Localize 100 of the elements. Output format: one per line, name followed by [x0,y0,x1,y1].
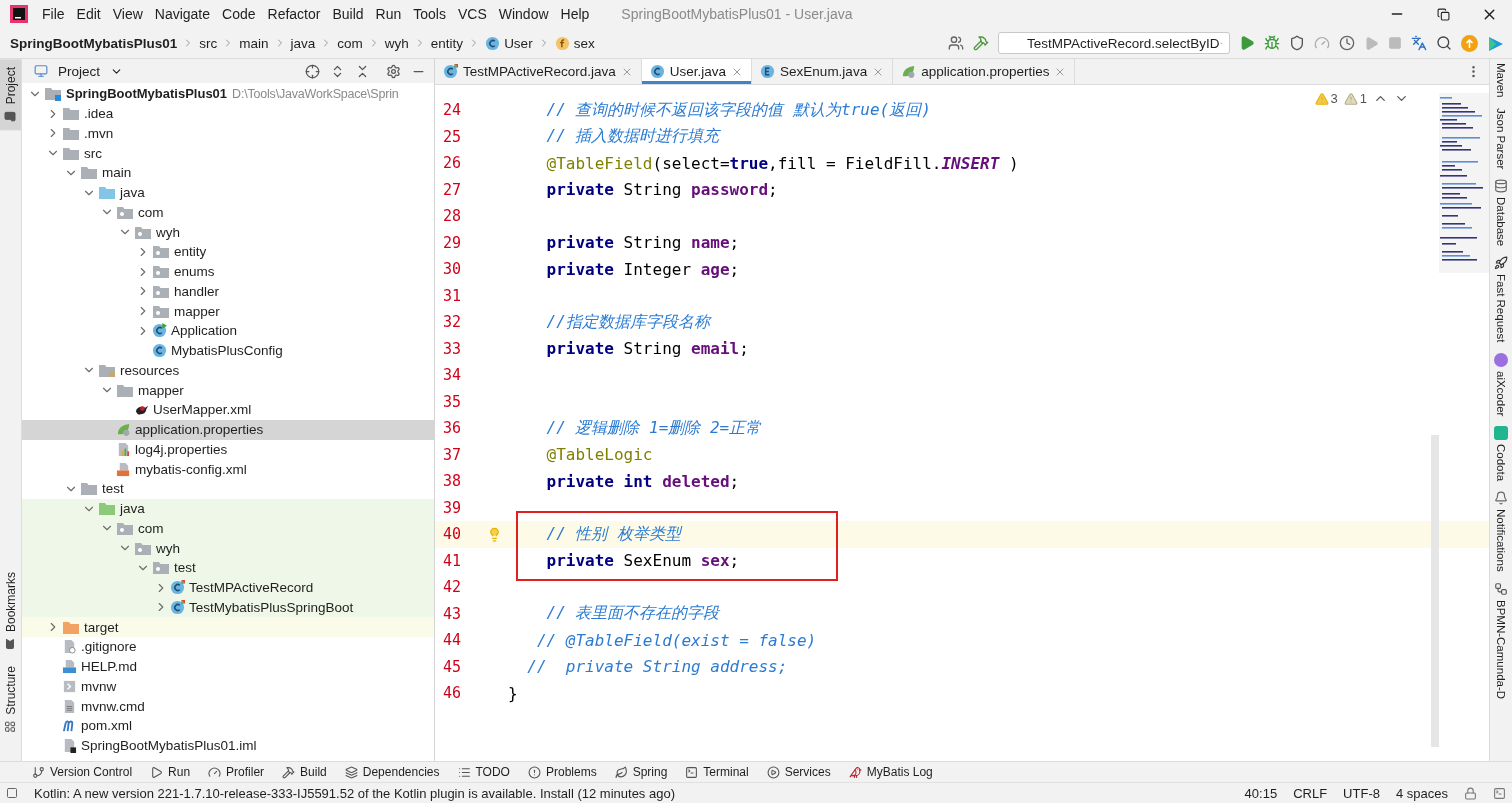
menu-item[interactable]: Navigate [154,6,211,22]
tool-window-tab[interactable]: Fast Request [1490,252,1512,349]
indent-setting[interactable]: 4 spaces [1395,785,1448,801]
breadcrumb[interactable]: src [199,35,218,51]
tool-window-button[interactable]: Version Control [32,765,133,779]
tree-item[interactable]: HELP.md [22,656,434,677]
run-configuration-dropdown[interactable]: TestMPActiveRecord.selectByID [998,32,1230,54]
restore-icon[interactable] [1436,7,1450,21]
lock-icon[interactable] [1464,786,1477,800]
tree-item[interactable]: TestMybatisPlusSpringBoot [22,597,434,618]
tree-item[interactable]: SpringBootMybatisPlus01.iml [22,735,434,756]
tree-item[interactable]: SpringBootMybatisPlus01 D:\Tools\JavaWorkSpace\Sprin [22,84,434,104]
tree-item[interactable]: test [22,558,434,578]
clock-icon[interactable] [1339,35,1355,51]
tree-item[interactable]: Application [22,321,434,341]
users-icon[interactable] [948,35,964,51]
tree-item[interactable]: resources [22,360,434,381]
tree-item[interactable]: pom.xml [22,716,434,736]
tree-item[interactable]: main [22,163,434,183]
menu-item[interactable]: Edit [76,6,101,22]
tree-item[interactable]: com [22,202,434,223]
inspection-count[interactable]: 3 [1314,91,1338,106]
tree-item[interactable]: test [22,479,434,499]
tree-item[interactable]: mapper [22,380,434,400]
panel-title[interactable]: Project [58,63,124,79]
coverage-icon[interactable] [1289,35,1305,51]
menu-item[interactable]: Tools [413,6,446,22]
tool-window-button[interactable]: Build [282,765,327,779]
tool-window-tab[interactable]: Project [0,59,21,131]
menu-item[interactable]: VCS [457,6,487,22]
tool-window-tab[interactable]: Json Parser [1490,103,1512,175]
tree-item[interactable]: application.properties [22,419,434,440]
tree-item[interactable]: TestMPActiveRecord [22,577,434,598]
settings-icon[interactable] [386,63,401,79]
menu-item[interactable]: Help [560,6,590,22]
tree-item[interactable]: .idea [22,103,434,124]
tree-item[interactable]: UserMapper.xml [22,400,434,420]
editor-tab[interactable]: SexEnum.java [752,59,894,84]
menu-item[interactable]: Run [375,6,402,22]
menu-item[interactable]: File [42,6,65,22]
tool-window-button[interactable]: Spring [614,765,668,779]
breadcrumb[interactable]: User [485,35,533,51]
tree-item[interactable]: java [22,182,434,203]
tree-item[interactable]: wyh [22,538,434,558]
tool-window-button[interactable]: Run [150,765,191,779]
tool-window-tab[interactable]: Maven [1490,59,1512,104]
tool-window-tab[interactable]: Bookmarks [0,564,21,659]
plugin-logo-icon[interactable] [1487,34,1504,52]
tool-window-button[interactable]: Problems [527,765,597,779]
tool-window-button[interactable]: Services [766,765,831,779]
tree-item[interactable]: .mvn [22,123,434,144]
line-separator[interactable]: CRLF [1293,785,1328,801]
breadcrumb[interactable]: main [239,35,269,51]
tree-item[interactable]: target [22,617,434,637]
tree-item[interactable]: java [22,498,434,519]
tree-item[interactable]: enums [22,261,434,282]
run-icon[interactable] [1239,35,1255,51]
tool-window-button[interactable]: MyBatis Log [848,765,933,779]
tree-item[interactable]: log4j.properties [22,439,434,460]
menu-item[interactable]: Refactor [267,6,321,22]
file-encoding[interactable]: UTF-8 [1343,785,1380,801]
tool-window-tab[interactable]: Codota [1490,421,1512,487]
tree-item[interactable]: src [22,143,434,163]
tool-window-tab[interactable]: Notifications [1490,487,1512,578]
breadcrumb[interactable]: entity [430,35,464,51]
breadcrumb[interactable]: java [290,35,316,51]
tree-item[interactable]: wyh [22,222,434,242]
tool-window-button[interactable]: Dependencies [344,765,440,779]
tool-window-button[interactable]: Terminal [685,765,749,779]
tool-window-tab[interactable]: aiXcoder [1490,348,1512,422]
editor-tab[interactable]: application.properties [893,59,1076,84]
menu-item[interactable]: View [112,6,143,22]
breadcrumb[interactable]: sex [554,35,595,51]
tree-item[interactable]: entity [22,242,434,262]
app-logo-icon[interactable] [10,5,28,23]
hammer-icon[interactable] [973,35,989,51]
tree-item[interactable]: MybatisPlusConfig [22,340,434,361]
translate-icon[interactable] [1411,35,1427,51]
breadcrumb[interactable]: wyh [384,35,409,51]
tool-window-tab[interactable]: Structure [0,658,21,741]
locate-icon[interactable] [305,63,320,79]
editor-tab[interactable]: User.java [641,59,753,84]
terminal-icon[interactable] [1493,786,1506,800]
tool-window-tab[interactable]: Database [1490,174,1512,253]
menu-item[interactable]: Code [222,6,256,22]
debug-icon[interactable] [1264,35,1280,51]
menu-item[interactable]: Window [498,6,549,22]
tree-item[interactable]: handler [22,281,434,302]
breadcrumb[interactable]: SpringBootMybatisPlus01 [10,35,178,51]
tool-window-tab[interactable]: BPMN-Camunda-D [1490,577,1512,705]
caret-position[interactable]: 40:15 [1244,785,1278,801]
editor-tab[interactable]: TestMPActiveRecord.java [435,59,642,84]
tool-window-button[interactable]: Profiler [208,765,265,779]
tree-item[interactable]: mvnw [22,676,434,697]
tree-item[interactable]: com [22,518,434,539]
tool-window-button[interactable]: TODO [457,765,510,779]
search-icon[interactable] [1436,35,1452,51]
inspection-count[interactable]: 1 [1343,91,1367,106]
menu-item[interactable]: Build [332,6,364,22]
tree-item[interactable]: .gitignore [22,637,434,657]
